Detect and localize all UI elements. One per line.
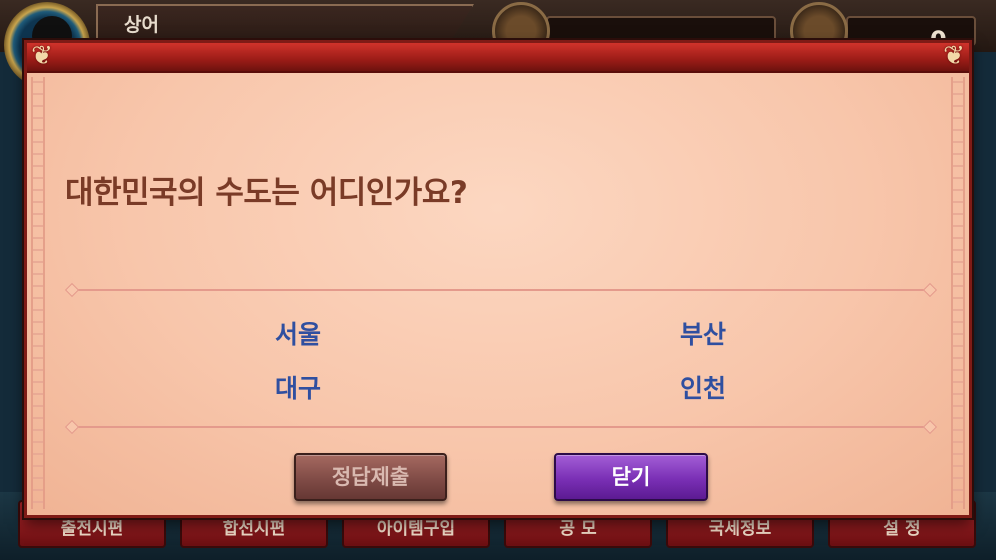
divider-bottom xyxy=(69,426,933,428)
submit-answer-button[interactable]: 정답제출 xyxy=(294,453,447,501)
dialog-header xyxy=(27,43,969,73)
player-name: 상어 xyxy=(124,14,159,36)
quiz-question: 대한민국의 수도는 어디인가요? xyxy=(65,175,468,211)
right-border-pattern xyxy=(951,77,965,509)
answer-option-3[interactable]: 대구 xyxy=(238,369,358,405)
left-border-pattern xyxy=(31,77,45,509)
quiz-dialog: ❦ ❦ 대한민국의 수도는 어디인가요? 서울 부산 대구 인천 정답제출 닫기 xyxy=(24,40,972,518)
close-button[interactable]: 닫기 xyxy=(554,453,708,501)
answer-option-4[interactable]: 인천 xyxy=(643,369,763,405)
answer-option-1[interactable]: 서울 xyxy=(238,315,358,351)
divider-top xyxy=(69,289,933,291)
answer-option-2[interactable]: 부산 xyxy=(643,315,763,351)
scroll-ornament-icon: ❦ xyxy=(31,41,53,71)
scroll-ornament-icon: ❦ xyxy=(943,41,965,71)
